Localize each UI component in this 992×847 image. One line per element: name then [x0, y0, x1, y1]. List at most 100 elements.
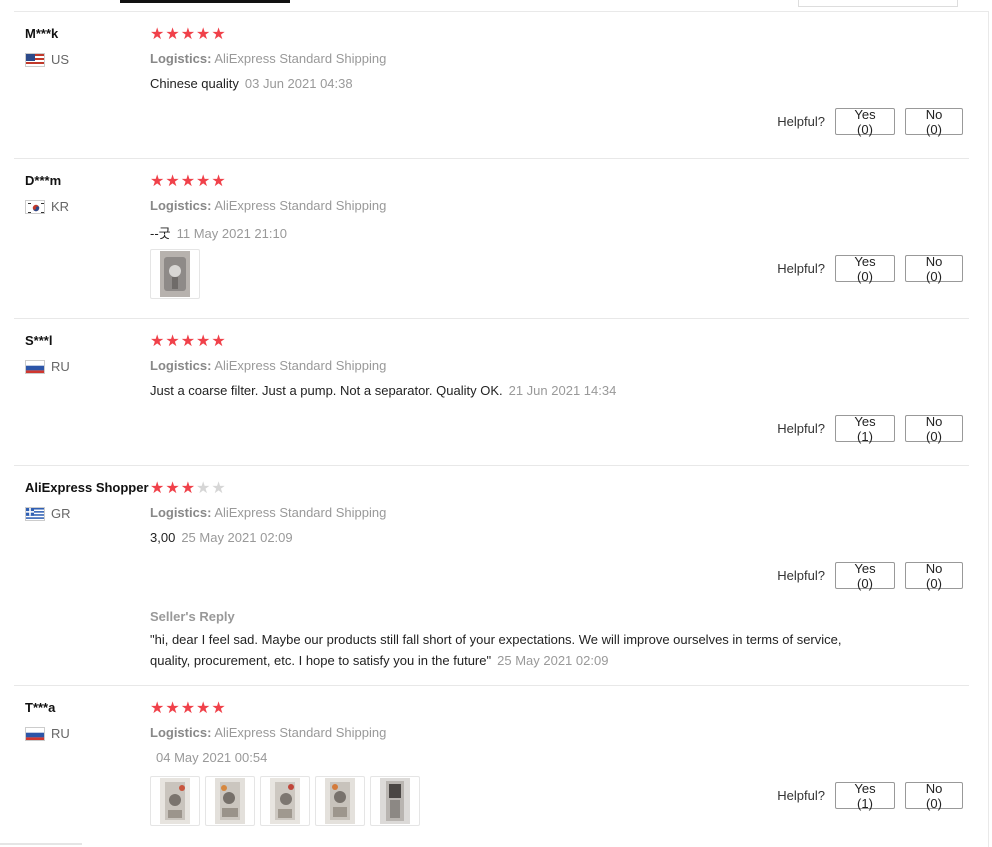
reviewer-country: RU [25, 359, 70, 374]
star-filled-icon: ★ [165, 173, 180, 190]
helpful-no-button[interactable]: No (0) [905, 107, 963, 137]
helpful-yes-button[interactable]: Yes (1) [835, 781, 895, 811]
helpful-label: Helpful? [777, 261, 825, 276]
logistics-line: Logistics: AliExpress Standard Shipping [150, 725, 386, 740]
review-date: 25 May 2021 02:09 [181, 530, 293, 545]
star-filled-icon: ★ [150, 333, 165, 350]
reviews-panel: M***k US ★ ★ ★ ★ ★ Logistics: AliExpress Sta… [0, 0, 992, 847]
shipping-method: AliExpress Standard Shipping [214, 198, 387, 213]
seller-reply-date: 25 May 2021 02:09 [497, 653, 609, 668]
star-filled-icon: ★ [180, 700, 196, 717]
star-filled-icon: ★ [150, 700, 165, 717]
helpful-no-button[interactable]: No (0) [905, 561, 963, 591]
reviewer-name: S***l [25, 333, 53, 348]
review-content: --굿 11 May 2021 21:10 [150, 223, 287, 242]
bottom-divider-fragment [0, 843, 82, 845]
country-code: RU [51, 359, 70, 374]
review-item: AliExpress Shopper GR ★ ★ ★ ★ ★ Logistics: A… [14, 466, 969, 686]
review-photo-thumbnail[interactable] [315, 776, 365, 826]
star-filled-icon: ★ [165, 700, 180, 717]
logistics-line: Logistics: AliExpress Standard Shipping [150, 505, 386, 520]
review-date: 04 May 2021 00:54 [156, 750, 268, 765]
star-filled-icon: ★ [180, 26, 196, 43]
star-filled-icon: ★ [150, 173, 165, 190]
review-text: Chinese quality [150, 76, 239, 91]
review-content: Just a coarse filter. Just a pump. Not a… [150, 383, 616, 398]
review-content: 04 May 2021 00:54 [150, 750, 267, 765]
review-photo-thumbnail[interactable] [205, 776, 255, 826]
active-tab-indicator [120, 0, 290, 3]
review-photo-thumbnail[interactable] [260, 776, 310, 826]
reviewer-name: T***a [25, 700, 56, 715]
shipping-method: AliExpress Standard Shipping [214, 725, 387, 740]
review-content: Chinese quality 03 Jun 2021 04:38 [150, 76, 353, 91]
star-filled-icon: ★ [211, 26, 226, 43]
country-code: KR [51, 199, 70, 214]
review-item: S***l RU ★ ★ ★ ★ ★ Logistics: AliExpress Sta… [14, 319, 969, 466]
review-content: 3,00 25 May 2021 02:09 [150, 530, 293, 545]
logistics-label: Logistics: [150, 725, 212, 740]
reviewer-country: GR [25, 506, 71, 521]
star-filled-icon: ★ [180, 333, 196, 350]
star-filled-icon: ★ [211, 333, 226, 350]
helpful-yes-button[interactable]: Yes (0) [835, 561, 895, 591]
helpful-label: Helpful? [777, 421, 825, 436]
shipping-method: AliExpress Standard Shipping [214, 51, 387, 66]
sort-dropdown-edge[interactable] [798, 0, 958, 7]
star-filled-icon: ★ [211, 173, 226, 190]
helpful-controls: Helpful? Yes (1) No (0) [777, 414, 963, 444]
star-filled-icon: ★ [150, 26, 165, 43]
seller-reply-title: Seller's Reply [150, 609, 235, 624]
ru-flag-icon [25, 359, 45, 374]
logistics-label: Logistics: [150, 51, 212, 66]
review-date: 21 Jun 2021 14:34 [508, 383, 617, 398]
logistics-line: Logistics: AliExpress Standard Shipping [150, 51, 386, 66]
helpful-yes-button[interactable]: Yes (1) [835, 414, 895, 444]
country-code: RU [51, 726, 70, 741]
reviewer-country: RU [25, 726, 70, 741]
star-filled-icon: ★ [165, 333, 180, 350]
helpful-yes-button[interactable]: Yes (0) [835, 107, 895, 137]
star-filled-icon: ★ [211, 700, 226, 717]
logistics-label: Logistics: [150, 198, 212, 213]
logistics-line: Logistics: AliExpress Standard Shipping [150, 198, 386, 213]
logistics-label: Logistics: [150, 505, 212, 520]
helpful-no-button[interactable]: No (0) [905, 781, 963, 811]
review-date: 11 May 2021 21:10 [176, 226, 287, 241]
seller-reply: "hi, dear I feel sad. Maybe our products… [150, 629, 850, 671]
reviewer-country: US [25, 52, 69, 67]
helpful-controls: Helpful? Yes (0) No (0) [777, 107, 963, 137]
star-empty-icon: ★ [211, 480, 226, 497]
star-filled-icon: ★ [196, 333, 211, 350]
star-rating: ★ ★ ★ ★ ★ [150, 174, 226, 190]
helpful-no-button[interactable]: No (0) [905, 254, 963, 284]
review-photo-thumbnail[interactable] [150, 776, 200, 826]
country-code: US [51, 52, 70, 67]
panel-right-border [988, 11, 989, 847]
star-filled-icon: ★ [150, 480, 165, 497]
review-item: M***k US ★ ★ ★ ★ ★ Logistics: AliExpress Sta… [14, 12, 969, 159]
helpful-controls: Helpful? Yes (1) No (0) [777, 781, 963, 811]
reviewer-name: M***k [25, 26, 59, 41]
star-filled-icon: ★ [196, 700, 211, 717]
star-filled-icon: ★ [196, 173, 211, 190]
star-empty-icon: ★ [196, 480, 211, 497]
review-text: --굿 [150, 226, 171, 241]
helpful-label: Helpful? [777, 788, 825, 803]
star-rating: ★ ★ ★ ★ ★ [150, 334, 226, 350]
logistics-label: Logistics: [150, 358, 212, 373]
kr-flag-icon [25, 199, 45, 214]
shipping-method: AliExpress Standard Shipping [214, 505, 387, 520]
us-flag-icon [25, 52, 45, 67]
helpful-controls: Helpful? Yes (0) No (0) [777, 561, 963, 591]
review-photo-thumbnail[interactable] [370, 776, 420, 826]
star-filled-icon: ★ [180, 173, 196, 190]
review-text: 3,00 [150, 530, 176, 545]
star-filled-icon: ★ [180, 480, 196, 497]
star-rating: ★ ★ ★ ★ ★ [150, 27, 226, 43]
star-filled-icon: ★ [165, 26, 180, 43]
helpful-yes-button[interactable]: Yes (0) [835, 254, 895, 284]
review-photo-thumbnail[interactable] [150, 249, 200, 299]
star-rating: ★ ★ ★ ★ ★ [150, 701, 226, 717]
helpful-no-button[interactable]: No (0) [905, 414, 963, 444]
